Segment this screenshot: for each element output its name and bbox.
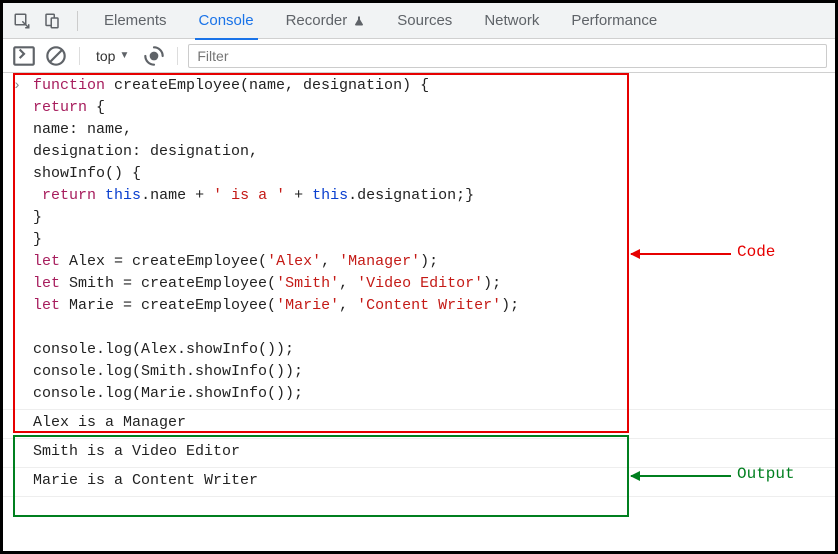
divider [177,47,178,65]
annotation-label-output: Output [737,465,795,483]
device-toolbar-icon[interactable] [39,8,65,34]
tab-performance[interactable]: Performance [557,3,671,39]
show-console-sidebar-icon[interactable] [11,43,37,69]
divider [77,11,78,31]
output-line: Alex is a Manager [31,410,835,438]
prompt-icon: › [3,73,31,97]
devtools-tabbar: Elements Console Recorder Sources Networ… [3,3,835,39]
console-toolbar: top ▼ [3,39,835,73]
filter-input[interactable] [188,44,827,68]
tab-sources[interactable]: Sources [383,3,466,39]
annotation-arrow-code [631,253,731,255]
context-selector[interactable]: top ▼ [90,46,135,66]
tab-network[interactable]: Network [470,3,553,39]
flask-icon [353,15,365,27]
annotation-label-code: Code [737,243,775,261]
console-input-row[interactable]: › function createEmployee(name, designat… [3,73,835,409]
chevron-down-icon: ▼ [119,50,129,61]
context-label: top [96,48,115,64]
output-line: Marie is a Content Writer [31,468,835,496]
live-expression-icon[interactable] [141,43,167,69]
console-output-row: Smith is a Video Editor [3,439,835,468]
console-output-row: Alex is a Manager [3,409,835,439]
tab-recorder[interactable]: Recorder [272,3,380,39]
code-block: function createEmployee(name, designatio… [31,73,835,409]
divider [79,47,80,65]
annotation-arrow-output [631,475,731,477]
output-line: Smith is a Video Editor [31,439,835,467]
console-output-row: Marie is a Content Writer [3,468,835,497]
inspect-element-icon[interactable] [9,8,35,34]
tab-elements[interactable]: Elements [90,3,181,39]
clear-console-icon[interactable] [43,43,69,69]
console-body: › function createEmployee(name, designat… [3,73,835,497]
tab-console[interactable]: Console [185,3,268,39]
